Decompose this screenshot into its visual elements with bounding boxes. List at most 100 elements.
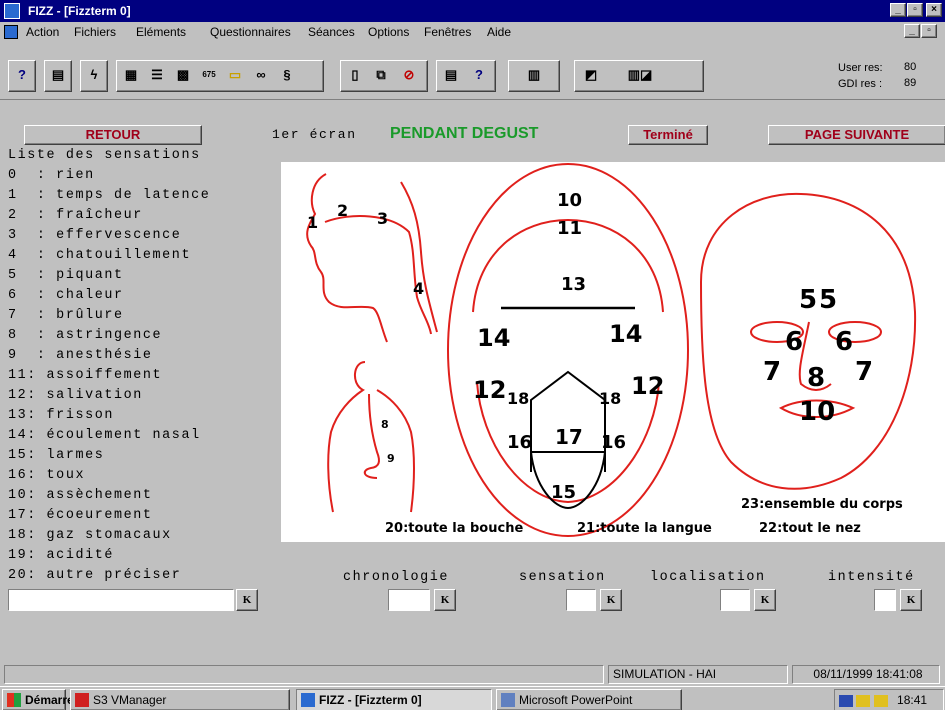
mouth-label-13: 13 xyxy=(561,274,586,295)
sensation-item: 6 : chaleur xyxy=(8,288,124,303)
chronologie-k-button[interactable]: K xyxy=(434,589,456,611)
sensation-list-title: Liste des sensations xyxy=(8,148,201,163)
sensation-item: 7 : brûlure xyxy=(8,308,124,323)
task-s3vmanager[interactable]: S3 VManager xyxy=(70,689,290,710)
face-outline xyxy=(699,192,917,490)
tray-speaker-icon[interactable] xyxy=(856,694,871,707)
menu-options[interactable]: Options xyxy=(368,25,409,39)
status-bar: SIMULATION - HAI 08/11/1999 18:41:08 xyxy=(0,663,945,685)
mouth-label-10: 10 xyxy=(557,190,582,211)
toolbar-group-session: ▥ xyxy=(508,60,560,92)
question-form-icon[interactable]: ? xyxy=(467,64,491,88)
menu-fichiers[interactable]: Fichiers xyxy=(74,25,116,39)
taskbar: Démarrer S3 VManager FIZZ - [Fizzterm 0]… xyxy=(0,686,945,710)
menu-questionnaires[interactable]: Questionnaires xyxy=(210,25,291,39)
esophagus-outline xyxy=(363,393,380,479)
export-icon[interactable]: ◩ xyxy=(579,64,603,88)
sensation-item: 14: écoulement nasal xyxy=(8,428,201,443)
termine-button[interactable]: Terminé xyxy=(628,125,708,145)
task-powerpoint[interactable]: Microsoft PowerPoint xyxy=(496,689,682,710)
tools-icon[interactable]: § xyxy=(275,64,299,88)
sensation-item: 2 : fraîcheur xyxy=(8,208,143,223)
sensation-diagram: 1 2 3 4 8 9 10 11 13 14 14 12 12 18 18 1… xyxy=(281,162,945,542)
face-label-6-left: 6 xyxy=(785,327,803,357)
tray-network-icon[interactable] xyxy=(873,694,888,707)
list-icon[interactable]: ☰ xyxy=(145,64,169,88)
sensation-item: 1 : temps de latence xyxy=(8,188,211,203)
autre-preciser-k-button[interactable]: K xyxy=(236,589,258,611)
windows-logo-icon xyxy=(7,693,21,707)
minimize-button[interactable]: _ xyxy=(890,3,906,17)
fizz-icon xyxy=(301,693,315,707)
body-label-9: 9 xyxy=(387,452,395,465)
sensation-k-button[interactable]: K xyxy=(600,589,622,611)
menu-fenetres[interactable]: Fenêtres xyxy=(424,25,471,39)
tray-monitor-icon[interactable] xyxy=(839,694,853,707)
checker-icon[interactable]: ▩ xyxy=(171,64,195,88)
screen-title: PENDANT DEGUST xyxy=(390,125,539,142)
grid-icon[interactable]: ▦ xyxy=(119,64,143,88)
taskbar-clock: 18:41 xyxy=(897,693,928,707)
body-label-8: 8 xyxy=(381,418,389,431)
lightning-icon[interactable]: ϟ xyxy=(82,64,106,88)
task-fizz-label: FIZZ - [Fizzterm 0] xyxy=(319,693,422,707)
start-button[interactable]: Démarrer xyxy=(2,689,78,710)
menu-seances[interactable]: Séances xyxy=(308,25,355,39)
sensation-item: 15: larmes xyxy=(8,448,105,463)
intensite-k-button[interactable]: K xyxy=(900,589,922,611)
sensation-input[interactable] xyxy=(566,589,596,611)
toolbar-group-export: ◩ ▥◪ xyxy=(574,60,704,92)
powerpoint-icon xyxy=(501,693,515,707)
mouth-label-12-right: 12 xyxy=(631,372,664,400)
status-main-cell xyxy=(4,665,604,684)
localisation-input[interactable] xyxy=(720,589,750,611)
mouth-label-18-right: 18 xyxy=(599,389,621,408)
menu-elements[interactable]: Eléments xyxy=(136,25,186,39)
title-bar: FIZZ - [Fizzterm 0] _ ▫ × xyxy=(0,0,945,22)
face-label-5-left: 5 xyxy=(799,285,817,315)
menu-aide[interactable]: Aide xyxy=(487,25,511,39)
mouth-label-12-left: 12 xyxy=(473,376,506,404)
gdi-res-label: GDI res : xyxy=(838,78,883,90)
toolbar-group-calc: ▤ xyxy=(44,60,72,92)
intensite-input[interactable] xyxy=(874,589,896,611)
sensation-item: 9 : anesthésie xyxy=(8,348,153,363)
stop-icon[interactable]: ⊘ xyxy=(397,64,421,88)
doc-minimize-button[interactable]: _ xyxy=(904,24,920,38)
calculator-icon[interactable]: ▤ xyxy=(46,64,70,88)
autre-preciser-input[interactable] xyxy=(8,589,234,611)
head-label-1: 1 xyxy=(307,213,318,232)
screen-label: 1er écran xyxy=(272,127,357,142)
retour-button[interactable]: RETOUR xyxy=(24,125,202,145)
sensation-label: sensation xyxy=(519,570,606,585)
restore-button[interactable]: ▫ xyxy=(907,3,923,17)
chronologie-input[interactable] xyxy=(388,589,430,611)
help-icon[interactable]: ? xyxy=(10,64,34,88)
diagram-svg: 1 2 3 4 8 9 10 11 13 14 14 12 12 18 18 1… xyxy=(306,163,917,537)
task-fizz[interactable]: FIZZ - [Fizzterm 0] xyxy=(296,689,492,710)
mouth-label-17: 17 xyxy=(555,425,583,449)
toolbar-group-forms: ▤ ? xyxy=(436,60,496,92)
page-icon[interactable]: ▯ xyxy=(343,64,367,88)
counter-icon[interactable]: 675 xyxy=(197,64,221,88)
caption-nose: 22:tout le nez xyxy=(759,521,861,536)
close-button[interactable]: × xyxy=(926,3,942,17)
form-icon[interactable]: ▤ xyxy=(439,64,463,88)
sensation-item: 19: acidité xyxy=(8,548,114,563)
mouth-label-14-left: 14 xyxy=(477,324,510,352)
menu-action[interactable]: Action xyxy=(26,25,59,39)
binoculars-icon[interactable]: ∞ xyxy=(249,64,273,88)
caption-tongue: 21:toute la langue xyxy=(577,521,712,536)
folder-icon[interactable]: ▭ xyxy=(223,64,247,88)
doc-icon[interactable] xyxy=(4,25,18,39)
report-icon[interactable]: ▥◪ xyxy=(619,64,661,88)
app-icon[interactable] xyxy=(4,3,20,19)
session-icon[interactable]: ▥ xyxy=(513,64,555,88)
localisation-k-button[interactable]: K xyxy=(754,589,776,611)
doc-restore-button[interactable]: ▫ xyxy=(921,24,937,38)
page-suivante-button[interactable]: PAGE SUIVANTE xyxy=(768,125,945,145)
sensation-item: 13: frisson xyxy=(8,408,114,423)
copy-icon[interactable]: ⧉ xyxy=(369,64,393,88)
toolbar: ? ▤ ϟ ▦ ☰ ▩ 675 ▭ ∞ § ▯ ⧉ ⊘ ▤ ? ▥ ◩ ▥◪ U… xyxy=(0,42,945,100)
mouth-label-16-right: 16 xyxy=(601,432,626,453)
